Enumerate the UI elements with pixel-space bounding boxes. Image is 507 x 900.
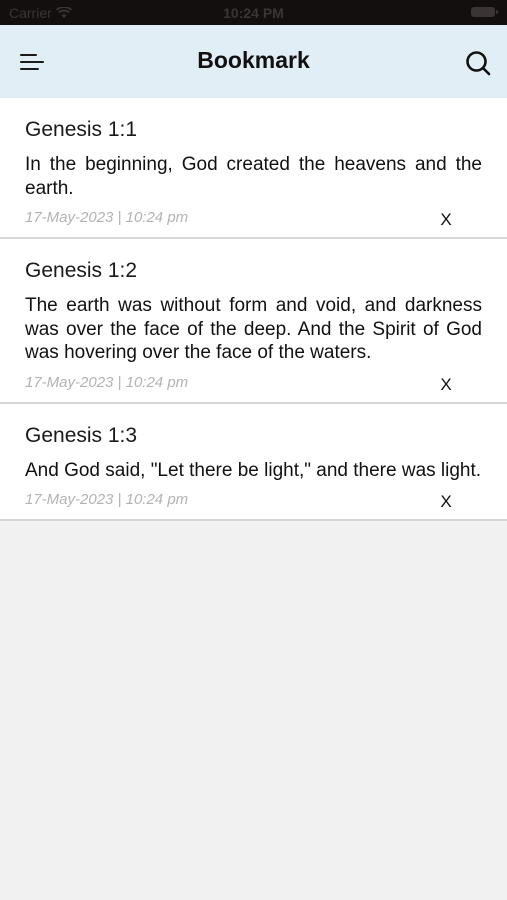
bookmark-date: 17-May-2023 | 10:24 pm — [25, 373, 189, 391]
battery-icon — [471, 7, 498, 17]
remove-bookmark-button[interactable]: X — [436, 492, 456, 512]
bookmark-item[interactable]: Genesis 1:2 The earth was without form a… — [0, 239, 507, 404]
verse-text: The earth was without form and void, and… — [25, 295, 482, 363]
remove-bookmark-button[interactable]: X — [436, 210, 456, 230]
verse-text: In the beginning, God created the heaven… — [25, 154, 482, 199]
remove-bookmark-button[interactable]: X — [436, 375, 456, 395]
bookmark-date: 17-May-2023 | 10:24 pm — [25, 491, 189, 508]
bookmark-meta: 17-May-2023 | 10:24 pm X — [25, 490, 482, 512]
header-bar: Bookmark — [0, 25, 507, 98]
status-bar: Carrier 10:24 PM — [0, 0, 507, 25]
verse-text: And God said, "Let there be light," and … — [25, 459, 482, 481]
bookmark-meta: 17-May-2023 | 10:24 pm X — [25, 208, 482, 230]
verse-reference: Genesis 1:1 — [25, 118, 138, 141]
page-title: Bookmark — [197, 47, 310, 73]
bookmark-item[interactable]: Genesis 1:1 In the beginning, God create… — [0, 98, 507, 239]
bookmark-list: Genesis 1:1 In the beginning, God create… — [0, 98, 507, 521]
bookmark-date: 17-May-2023 | 10:24 pm — [25, 209, 189, 226]
verse-reference: Genesis 1:2 — [25, 259, 138, 282]
status-time: 10:24 PM — [223, 5, 284, 21]
search-icon — [466, 51, 491, 76]
bookmark-item[interactable]: Genesis 1:3 And God said, "Let there be … — [0, 403, 507, 521]
bookmark-meta: 17-May-2023 | 10:24 pm X — [25, 373, 482, 395]
search-button[interactable] — [461, 47, 493, 79]
verse-reference: Genesis 1:3 — [25, 423, 138, 447]
